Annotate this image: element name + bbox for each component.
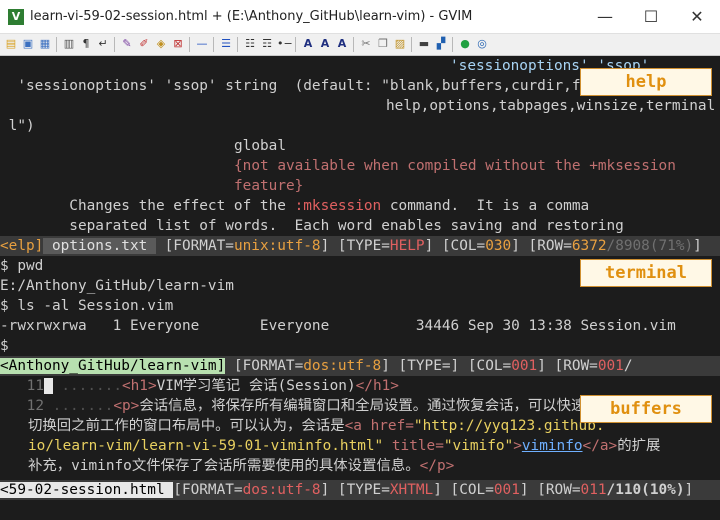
terminal-line: $ ls -al Session.vim [0, 298, 174, 314]
help-line: feature} [234, 178, 304, 194]
find-icon[interactable]: ⊠ [171, 37, 185, 51]
toolbar-separator [114, 37, 115, 52]
tag-jump-icon[interactable]: A [335, 37, 349, 51]
title-bar: V learn-vi-59-02-session.html + (E:\Anth… [0, 0, 720, 34]
toolbar-separator [237, 37, 238, 52]
find-help-icon[interactable]: ◎ [475, 37, 489, 51]
terminal-line: -rwxrwxrwa 1 Everyone Everyone 34446 Sep… [0, 318, 676, 334]
buffer-statusline[interactable]: <59-02-session.html [FORMAT=dos:utf-8] [… [0, 480, 720, 500]
maximize-button[interactable]: ☐ [628, 0, 674, 33]
print-icon[interactable]: ▥ [62, 37, 76, 51]
help-line: global [234, 138, 286, 154]
terminal-statusline[interactable]: <Anthony_GitHub/learn-vim] [FORMAT=dos:u… [0, 356, 720, 376]
open-icon[interactable]: ▤ [4, 37, 18, 51]
cut-icon[interactable]: ✎ [120, 37, 134, 51]
help-line: help,options,tabpages,winsize,terminal [386, 98, 716, 114]
buffer-line: 补充，viminfo文件保存了会话所需要使用的具体设置信息。</p> [28, 458, 455, 474]
paste-icon[interactable]: ◈ [154, 37, 168, 51]
toolbar-separator [189, 37, 190, 52]
clipboard-paste-icon[interactable]: ▨ [393, 37, 407, 51]
toolbar-separator [213, 37, 214, 52]
load-session-icon[interactable]: ☷ [243, 37, 257, 51]
help-window-badge: help [580, 68, 712, 96]
clipboard-copy-icon[interactable]: ❐ [376, 37, 390, 51]
help-line: Changes the effect of the :mksession com… [0, 198, 590, 214]
redo-icon[interactable]: ↵ [96, 37, 110, 51]
window-title: learn-vi-59-02-session.html + (E:\Anthon… [30, 9, 473, 24]
toolbar-separator [452, 37, 453, 52]
editor-area[interactable]: 'sessionoptions' 'ssop' 'sessionoptions'… [0, 56, 720, 520]
make-icon[interactable]: A [301, 37, 315, 51]
toolbar-separator [295, 37, 296, 52]
windows-icon[interactable]: ▞ [434, 37, 448, 51]
find-next-icon[interactable]: — [195, 37, 209, 51]
terminal-window-badge: terminal [580, 259, 712, 287]
help-statusline[interactable]: <elp] options.txt [FORMAT=unix:utf-8] [T… [0, 236, 720, 256]
run-ctags-icon[interactable]: A [318, 37, 332, 51]
terminal-line: $ [0, 338, 9, 354]
buffers-window-badge: buffers [580, 395, 712, 423]
undo-icon[interactable]: ¶ [79, 37, 93, 51]
save-icon[interactable]: ▣ [21, 37, 35, 51]
text-cursor [44, 378, 53, 394]
close-button[interactable]: ✕ [674, 0, 720, 33]
toolbar-separator [411, 37, 412, 52]
save-session-icon[interactable]: ☶ [260, 37, 274, 51]
find-prev-icon[interactable]: ☰ [219, 37, 233, 51]
run-script-icon[interactable]: •− [277, 37, 293, 51]
copy-icon[interactable]: ✐ [137, 37, 151, 51]
help-line: {not available when compiled without the… [234, 158, 676, 174]
toolbar: ▤ ▣ ▦ ▥ ¶ ↵ ✎ ✐ ◈ ⊠ — ☰ ☷ ☶ •− A A A ✂ ❐… [0, 34, 720, 56]
buffer-line: 11 .......<h1>VIM学习笔记 会话(Session)</h1> [26, 378, 399, 394]
printer-icon[interactable]: ▬ [417, 37, 431, 51]
save-all-icon[interactable]: ▦ [38, 37, 52, 51]
minimize-button[interactable]: — [582, 0, 628, 33]
help-line: separated list of words. Each word enabl… [0, 218, 624, 234]
help-icon[interactable]: ● [458, 37, 472, 51]
help-line: l") [0, 118, 35, 134]
scissors-icon[interactable]: ✂ [359, 37, 373, 51]
buffer-line: io/learn-vim/learn-vi-59-01-viminfo.html… [28, 438, 661, 454]
gvim-app-icon[interactable]: V [8, 9, 24, 25]
toolbar-separator [353, 37, 354, 52]
toolbar-separator [56, 37, 57, 52]
